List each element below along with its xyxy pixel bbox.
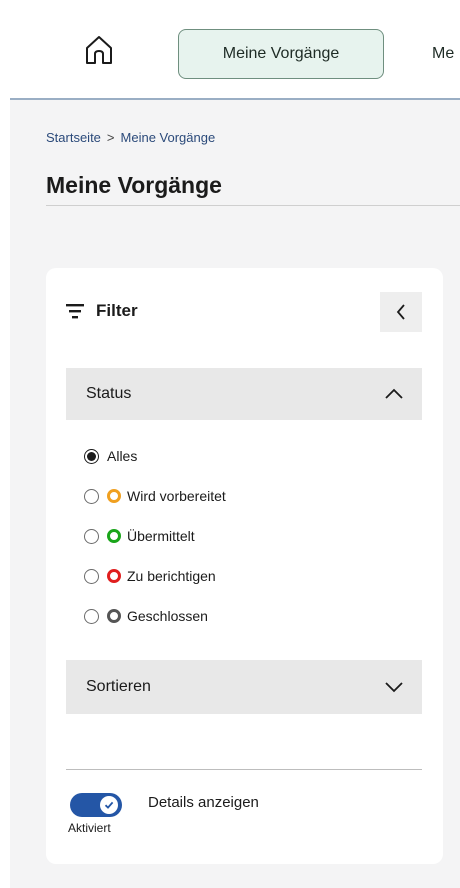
status-option-label: Alles xyxy=(107,448,138,464)
nav-item-meine-vorgaenge[interactable]: Meine Vorgänge xyxy=(178,29,384,79)
status-ring-icon xyxy=(107,489,121,503)
status-option-label: Übermittelt xyxy=(127,528,195,544)
nav-item-label: Me xyxy=(432,45,455,62)
breadcrumb-home-link[interactable]: Startseite xyxy=(46,130,101,145)
filter-icon xyxy=(66,304,84,319)
breadcrumb-separator: > xyxy=(106,130,115,145)
details-toggle[interactable] xyxy=(70,793,122,817)
status-option-alles[interactable]: Alles xyxy=(84,436,226,476)
filter-header: Filter xyxy=(66,301,138,321)
filter-title: Filter xyxy=(96,301,138,320)
status-option-label: Geschlossen xyxy=(127,608,208,624)
status-accordion-label: Status xyxy=(86,385,132,402)
radio-button[interactable] xyxy=(84,608,99,624)
filter-panel: Filter Status Alles Wird vorbereitet Übe… xyxy=(46,268,443,864)
status-option-label: Wird vorbereitet xyxy=(127,488,226,504)
chevron-up-icon xyxy=(385,388,403,399)
radio-button[interactable] xyxy=(84,568,99,584)
status-option-uebermittelt[interactable]: Übermittelt xyxy=(84,516,226,556)
page: Meine Vorgänge Me Startseite > Meine Vorgä… xyxy=(0,0,460,888)
details-toggle-label[interactable]: Details anzeigen xyxy=(148,794,259,811)
checkmark-icon xyxy=(104,801,114,809)
status-accordion-header[interactable]: Status xyxy=(66,368,422,420)
sort-accordion-label: Sortieren xyxy=(86,678,151,695)
panel-divider xyxy=(66,769,422,770)
breadcrumb: Startseite > Meine Vorgänge xyxy=(46,130,215,145)
status-option-label: Zu berichtigen xyxy=(127,568,216,584)
nav-item-label: Meine Vorgänge xyxy=(222,45,340,62)
chevron-down-icon xyxy=(385,682,403,693)
collapse-filter-button[interactable] xyxy=(380,292,422,332)
home-icon xyxy=(86,36,112,64)
breadcrumb-current[interactable]: Meine Vorgänge xyxy=(121,130,216,145)
status-ring-icon xyxy=(107,609,121,623)
home-button[interactable] xyxy=(80,30,118,70)
title-divider xyxy=(46,205,460,206)
toggle-knob xyxy=(100,796,118,814)
status-option-wird-vorbereitet[interactable]: Wird vorbereitet xyxy=(84,476,226,516)
chevron-left-icon xyxy=(396,304,405,320)
nav-item-next[interactable]: Me xyxy=(432,29,454,79)
radio-button[interactable] xyxy=(84,488,99,504)
radio-button[interactable] xyxy=(84,448,99,464)
status-ring-icon xyxy=(107,529,121,543)
status-options: Alles Wird vorbereitet Übermittelt Zu be… xyxy=(84,436,226,636)
status-option-zu-berichtigen[interactable]: Zu berichtigen xyxy=(84,556,226,596)
page-title: Meine Vorgänge xyxy=(46,172,222,198)
status-option-geschlossen[interactable]: Geschlossen xyxy=(84,596,226,636)
sort-accordion-header[interactable]: Sortieren xyxy=(66,660,422,714)
top-navigation: Meine Vorgänge Me xyxy=(10,8,460,100)
toggle-state-label: Aktiviert xyxy=(68,821,111,835)
app-shell: Meine Vorgänge Me Startseite > Meine Vorgä… xyxy=(10,8,460,888)
radio-button[interactable] xyxy=(84,528,99,544)
status-ring-icon xyxy=(107,569,121,583)
